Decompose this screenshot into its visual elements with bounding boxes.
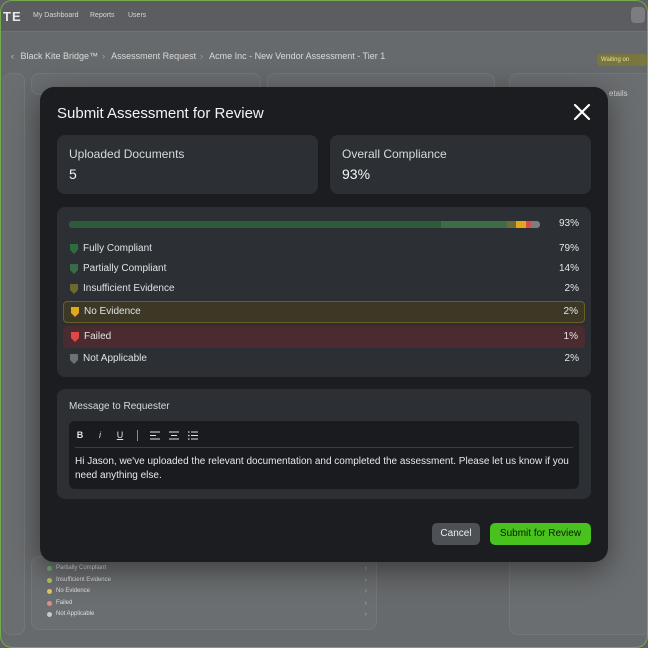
app-logo: TE [3,9,22,24]
breakdown-label: Partially Compliant [83,263,167,274]
shield-icon [70,244,78,254]
breakdown-percent: 1% [563,331,578,342]
bold-button[interactable]: B [75,430,85,440]
breadcrumb-item[interactable]: Assessment Request [111,51,196,61]
breakdown-row-insufficient-evidence: Insufficient Evidence 2% [63,279,585,299]
breakdown-row-fully-compliant: Fully Compliant 79% [63,239,585,259]
uploaded-documents-value: 5 [69,166,77,182]
shield-icon [70,354,78,364]
nav-my-dashboard[interactable]: My Dashboard [33,12,79,19]
breakdown-percent: 2% [564,283,579,294]
status-badge: Waiting on [597,54,647,66]
align-center-icon[interactable] [169,430,179,440]
breadcrumb: ‹ Black Kite Bridge™ › Assessment Request… [11,51,386,61]
cancel-button[interactable]: Cancel [432,523,480,545]
status-dot [47,612,52,617]
list-item[interactable]: Insufficient Evidence › [41,575,371,587]
status-dot [47,589,52,594]
italic-button[interactable]: i [95,430,105,440]
overall-compliance-label: Overall Compliance [342,147,447,161]
compliance-progress-value: 93% [558,218,579,229]
compliance-progress-bar [69,221,540,228]
shield-icon [71,332,79,342]
breakdown-label: No Evidence [84,306,141,317]
overall-compliance-value: 93% [342,166,371,182]
breakdown-label: Fully Compliant [83,243,152,254]
breakdown-percent: 79% [558,243,579,254]
uploaded-documents-label: Uploaded Documents [69,147,185,161]
uploaded-documents-card: Uploaded Documents 5 [57,135,318,194]
message-card: Message to Requester B i U Hi Jason, we'… [57,389,591,499]
nav-reports[interactable]: Reports [90,12,115,19]
shield-icon [70,284,78,294]
close-icon[interactable] [572,102,592,122]
chevron-right-icon: › [364,576,367,584]
breakdown-percent: 2% [563,306,578,317]
top-right-button[interactable] [631,7,645,23]
shield-icon [70,264,78,274]
editor-divider [75,447,573,448]
list-item[interactable]: Not Applicable › [41,609,371,621]
overall-compliance-card: Overall Compliance 93% [330,135,591,194]
message-editor[interactable]: B i U Hi Jason, we've uploaded the relev… [69,421,579,489]
status-dot [47,566,52,571]
underline-button[interactable]: U [115,430,125,440]
progress-segment-fully-compliant [69,221,442,228]
list-item[interactable]: Partially Compliant › [41,563,371,575]
breakdown-percent: 14% [558,263,579,274]
status-dot [47,600,52,606]
breakdown-label: Insufficient Evidence [83,283,175,294]
details-heading: etails [609,89,628,98]
list-item[interactable]: Failed › [41,598,371,610]
compliance-breakdown-card: 93% Fully Compliant 79% Partially Compli… [57,207,591,377]
breakdown-row-not-applicable: Not Applicable 2% [63,349,585,369]
breakdown-row-partially-compliant: Partially Compliant 14% [63,259,585,279]
breakdown-percent: 2% [564,353,579,364]
list-item[interactable]: No Evidence › [41,586,371,598]
chevron-right-icon: › [364,599,367,607]
chevron-right-icon: › [364,588,367,595]
bulleted-list-icon[interactable] [188,430,198,440]
top-bar: TE My Dashboard Reports Users [1,1,647,32]
editor-toolbar: B i U [75,429,207,441]
progress-segment-no-evidence [516,221,526,228]
nav-users[interactable]: Users [128,12,146,19]
progress-segment-insufficient-evidence [507,221,517,228]
breadcrumb-item: Acme Inc - New Vendor Assessment - Tier … [209,51,386,61]
shield-icon [71,307,79,317]
left-side-panel [3,73,25,635]
chevron-right-icon: › [364,611,367,618]
breakdown-label: Failed [84,331,112,342]
breakdown-row-no-evidence[interactable]: No Evidence 2% [63,301,585,323]
progress-segment-partially-compliant [441,221,508,228]
message-text[interactable]: Hi Jason, we've uploaded the relevant do… [75,455,569,483]
breakdown-row-failed[interactable]: Failed 1% [63,326,585,348]
submit-assessment-modal: Submit Assessment for Review Uploaded Do… [40,87,608,562]
status-dot [47,577,52,583]
toolbar-divider [137,429,138,441]
align-left-icon[interactable] [150,430,160,440]
chevron-right-icon: › [364,565,367,572]
bg-status-list: Partially Compliant › Insufficient Eviden… [41,563,371,621]
modal-title: Submit Assessment for Review [57,105,264,122]
breadcrumb-back-icon[interactable]: ‹ [11,51,14,61]
breadcrumb-item[interactable]: Black Kite Bridge™ [21,51,99,61]
progress-segment-not-applicable [530,221,540,228]
message-label: Message to Requester [69,401,170,412]
submit-for-review-button[interactable]: Submit for Review [490,523,591,545]
breakdown-label: Not Applicable [83,353,147,364]
